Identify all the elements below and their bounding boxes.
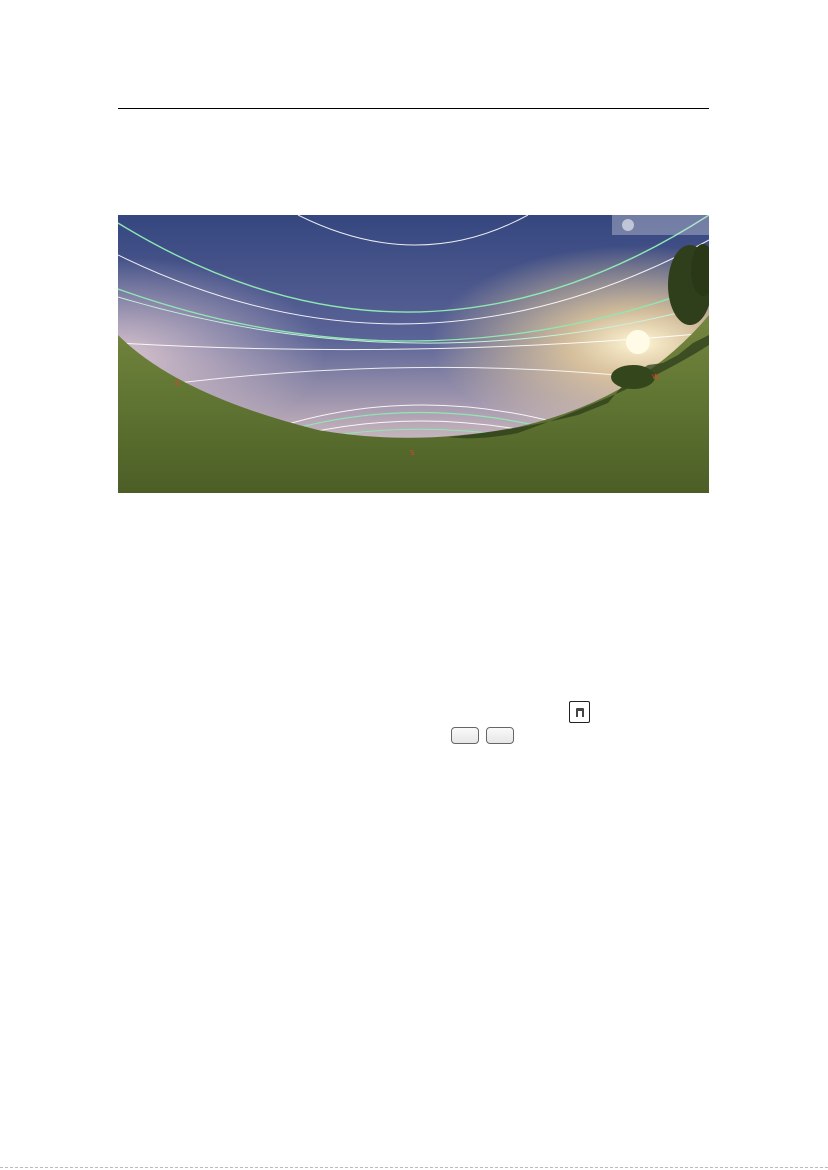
- button-glyph-icon: [576, 708, 584, 717]
- bush: [611, 365, 655, 389]
- cardinal-east: E: [175, 380, 179, 388]
- cardinal-south: S: [410, 449, 415, 457]
- sun: [626, 330, 650, 354]
- panel-button-icon: [569, 701, 590, 723]
- widget-dot: [622, 219, 634, 231]
- header-rule: [118, 108, 709, 109]
- sky-view-image: E S W: [118, 215, 709, 493]
- keycap-icon: [486, 727, 514, 744]
- keycap-icon: [451, 727, 479, 744]
- footer-rule: [0, 1167, 828, 1168]
- sky-screenshot-figure: E S W: [118, 215, 709, 493]
- cardinal-west: W: [652, 373, 659, 381]
